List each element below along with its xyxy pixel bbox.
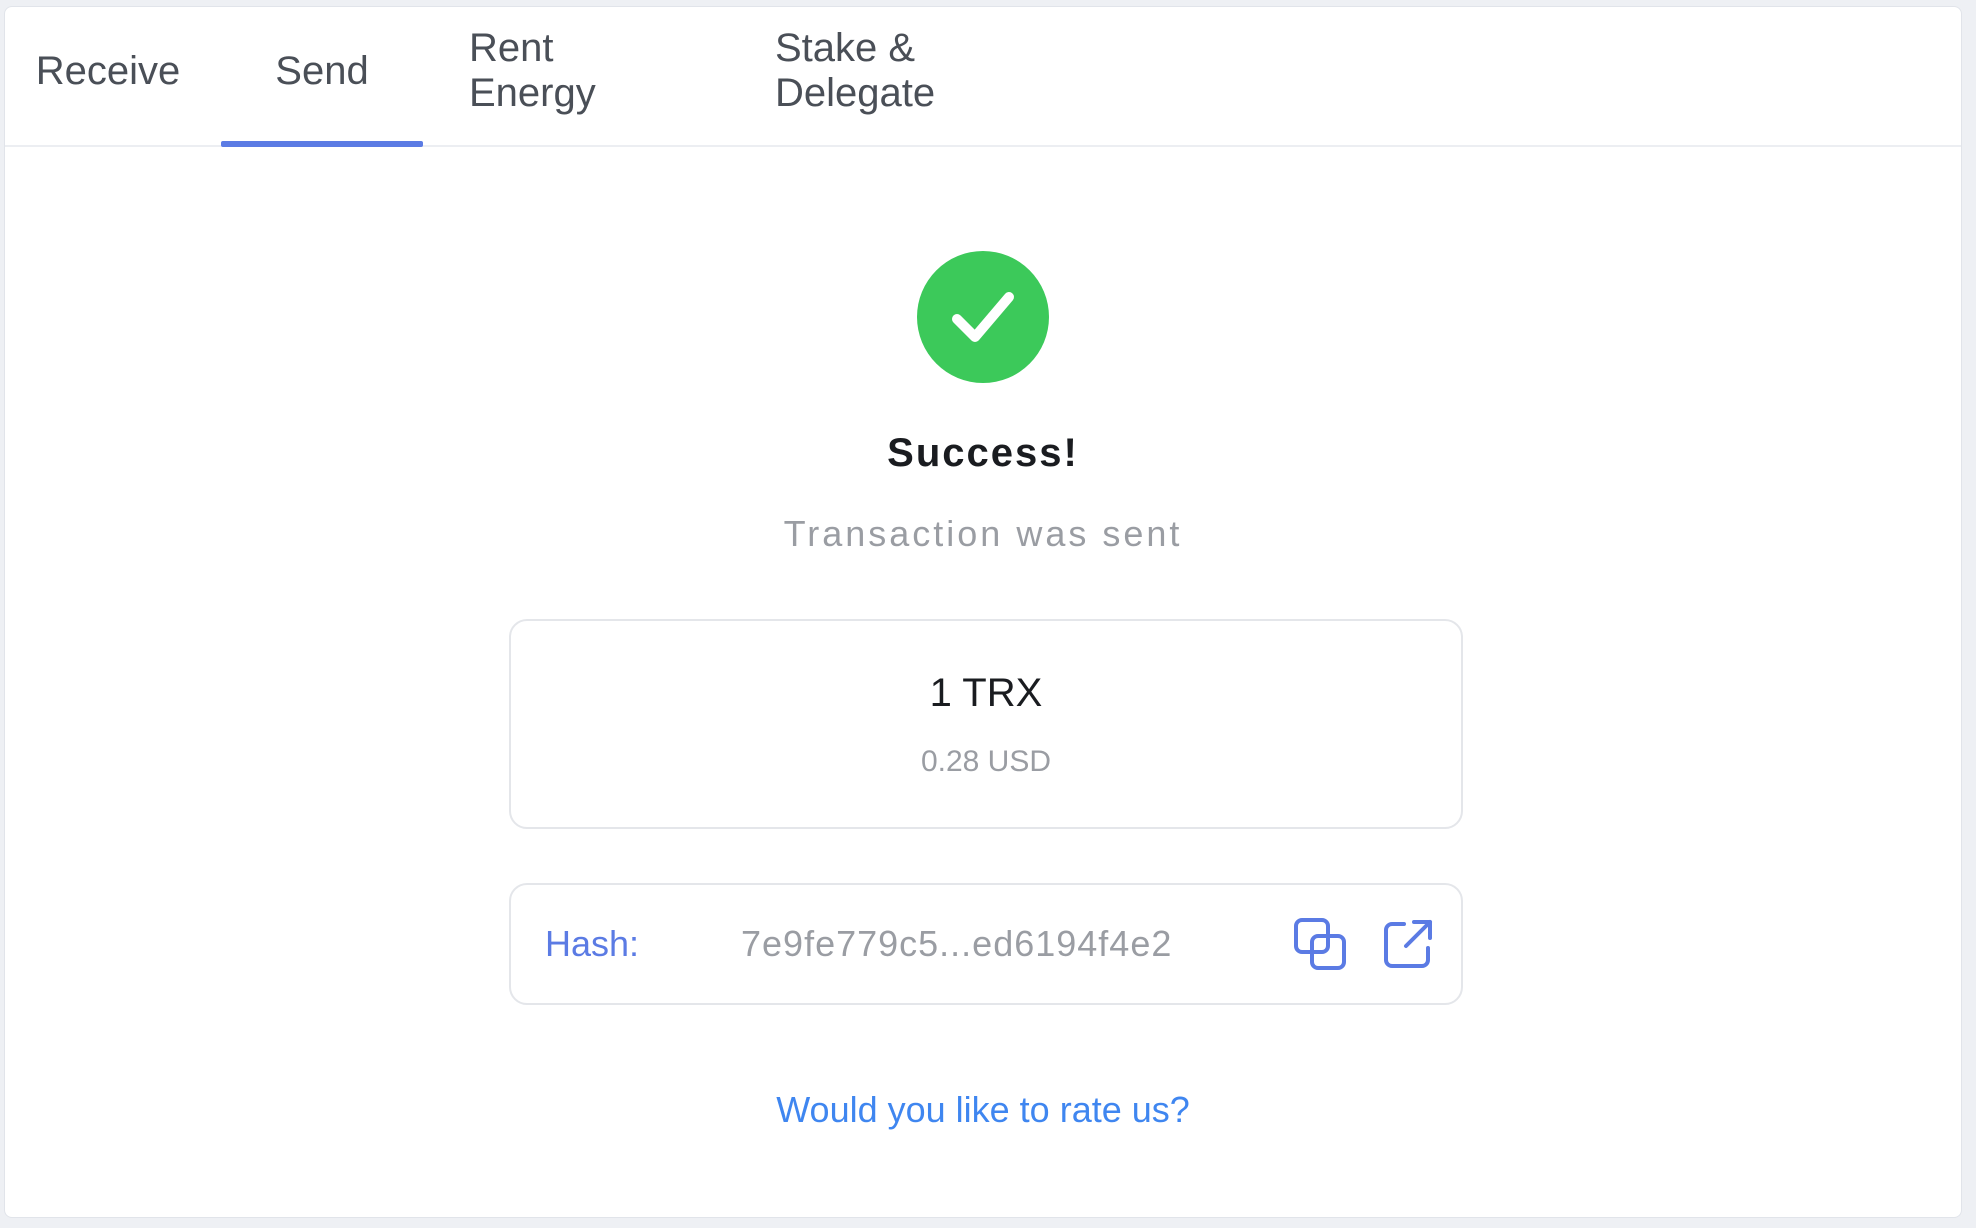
copy-icon [1294,918,1346,970]
checkmark-icon [952,292,1014,342]
tab-bar: Receive Send Rent Energy Stake & Delegat… [5,7,1961,147]
hash-card: Hash: 7e9fe779c5...ed6194f4e2 [509,883,1463,1005]
amount-fiat: 0.28 USD [920,745,1052,778]
status-subtitle: Transaction was sent [783,513,1183,554]
tab-send-label: Send [275,48,369,93]
rate-us-link[interactable]: Would you like to rate us? [5,1089,1961,1131]
copy-hash-button[interactable] [1291,915,1349,973]
send-result-panel: Receive Send Rent Energy Stake & Delegat… [4,6,1962,1218]
tab-rent-energy-label: Rent Energy [469,26,596,115]
tab-send[interactable]: Send [221,7,423,147]
external-link-icon [1384,920,1432,968]
amount-card: 1 TRX 0.28 USD [509,619,1463,829]
hash-value[interactable]: 7e9fe779c5...ed6194f4e2 [741,923,1172,965]
tab-receive[interactable]: Receive [36,7,181,145]
check-circle-icon [917,251,1049,383]
tab-rent-energy[interactable]: Rent Energy [469,7,675,145]
amount-value: 1 TRX [929,671,1043,715]
tab-receive-label: Receive [35,48,181,93]
open-explorer-button[interactable] [1379,915,1437,973]
tab-stake-delegate-label: Stake & Delegate [775,26,936,115]
tab-stake-delegate[interactable]: Stake & Delegate [775,7,1041,145]
hash-label: Hash: [545,923,640,964]
status-title: Success! [887,431,1079,475]
